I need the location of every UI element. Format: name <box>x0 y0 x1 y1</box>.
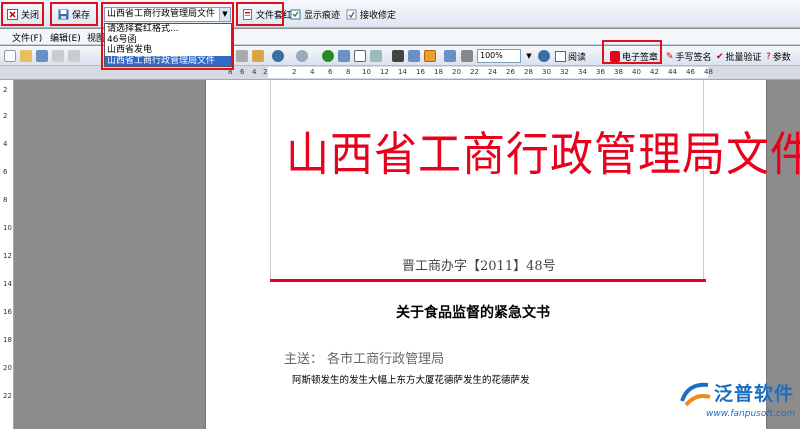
ruler-tick: 30 <box>542 68 551 76</box>
vertical-ruler[interactable]: 2 2 4 6 8 10 12 14 16 18 20 22 <box>0 80 14 429</box>
document-map-icon[interactable] <box>424 50 436 62</box>
ruler-tick: 8 <box>3 196 8 204</box>
ruler-tick: 32 <box>560 68 569 76</box>
preview-icon[interactable] <box>68 50 80 62</box>
brand-logo: 泛普软件 www.fanpusoft.com <box>676 379 800 429</box>
document-number: 晋工商办字【2011】48号 <box>402 259 556 274</box>
menu-file[interactable]: 文件(F) <box>12 31 42 44</box>
ruler-tick: 14 <box>398 68 407 76</box>
ruler-tick: 26 <box>506 68 515 76</box>
tables-icon[interactable] <box>338 50 350 62</box>
ruler-tick: 18 <box>434 68 443 76</box>
paragraph-mark-icon[interactable] <box>461 50 473 62</box>
ruler-tick: 28 <box>524 68 533 76</box>
book-icon <box>555 51 566 62</box>
ruler-tick: 16 <box>3 308 12 316</box>
undo-icon[interactable] <box>272 50 284 62</box>
logo-text: 泛普软件 <box>714 383 795 405</box>
hyperlink-icon[interactable] <box>322 50 334 62</box>
drawing-icon[interactable] <box>408 50 420 62</box>
ruler-tick: 10 <box>362 68 371 76</box>
cut-icon[interactable] <box>236 50 248 62</box>
ruler-tick: 6 <box>328 68 333 76</box>
ruler-tick: 20 <box>452 68 461 76</box>
document-page[interactable]: 山西省工商行政管理局文件 晋工商办字【2011】48号 关于食品监督的紧急文书 … <box>205 80 800 429</box>
columns-icon[interactable] <box>392 50 404 62</box>
format-painter-icon[interactable] <box>252 50 264 62</box>
open-folder-icon[interactable] <box>20 50 32 62</box>
ruler-tick: 6 <box>3 168 8 176</box>
ruler-tick: 36 <box>596 68 605 76</box>
ruler-tick: 2 <box>263 68 268 76</box>
excel-icon[interactable] <box>370 50 382 62</box>
ruler-tick: 42 <box>650 68 659 76</box>
redo-icon[interactable] <box>296 50 308 62</box>
track-changes-icon <box>290 9 301 20</box>
ruler-tick: 18 <box>3 336 12 344</box>
ruler-tick: 6 <box>240 68 245 76</box>
highlight-save <box>50 2 98 26</box>
new-document-icon[interactable] <box>4 50 16 62</box>
question-icon: ? <box>766 51 771 62</box>
ruler-tick: 2 <box>3 112 8 120</box>
menu-edit[interactable]: 编辑(E) <box>50 31 81 44</box>
print-icon[interactable] <box>52 50 64 62</box>
accept-changes-button[interactable]: 接收修定 <box>343 6 399 23</box>
accept-icon <box>346 9 357 20</box>
fanpu-logo-icon <box>680 382 711 407</box>
zoom-select[interactable]: 100% <box>477 49 521 63</box>
params-button[interactable]: ? 参数 <box>766 50 791 64</box>
pen-icon: ✎ <box>666 51 674 62</box>
help-icon[interactable] <box>538 50 550 62</box>
show-marks-button[interactable]: 显示痕迹 <box>287 6 343 23</box>
ruler-tick: 40 <box>632 68 641 76</box>
document-red-header-title: 山西省工商行政管理局文件 <box>286 128 800 183</box>
ruler-tick: 4 <box>3 140 8 148</box>
ruler-tick: 48 <box>704 68 713 76</box>
read-mode-button[interactable]: 阅读 <box>555 50 586 63</box>
ruler-tick: 14 <box>3 280 12 288</box>
ruler-tick: 12 <box>380 68 389 76</box>
ruler-tick: 4 <box>310 68 315 76</box>
handwrite-signature-button[interactable]: ✎ 手写签名 <box>666 50 712 64</box>
ruler-tick: 22 <box>470 68 479 76</box>
ruler-tick: 20 <box>3 364 12 372</box>
ruler-tick: 38 <box>614 68 623 76</box>
recipients-line: 主送： 各市工商行政管理局 <box>284 352 445 367</box>
ruler-tick: 12 <box>3 252 12 260</box>
ruler-tick: 24 <box>488 68 497 76</box>
check-icon: ✔ <box>716 51 724 62</box>
ruler-tick: 46 <box>686 68 695 76</box>
show-hide-icon[interactable] <box>444 50 456 62</box>
ruler-tick: 22 <box>3 392 12 400</box>
batch-verify-button[interactable]: ✔ 批量验证 <box>716 50 762 64</box>
ruler-tick: 2 <box>292 68 297 76</box>
document-body: 阿斯顿发生的发生大幅上东方大厦花德萨发生的花德萨发 <box>292 375 530 386</box>
ruler-tick: 4 <box>252 68 257 76</box>
highlight-template-select <box>101 2 234 70</box>
document-subject: 关于食品监督的紧急文书 <box>396 305 550 321</box>
save-small-icon[interactable] <box>36 50 48 62</box>
ruler-tick: 8 <box>346 68 351 76</box>
red-separator-line <box>270 279 706 282</box>
logo-url: www.fanpusoft.com <box>706 409 796 419</box>
ruler-tick: 10 <box>3 224 12 232</box>
highlight-close <box>1 2 44 26</box>
insert-table-icon[interactable] <box>354 50 366 62</box>
ruler-tick: 2 <box>3 86 8 94</box>
ruler-tick: 34 <box>578 68 587 76</box>
highlight-e-seal <box>602 40 662 64</box>
ruler-tick: 16 <box>416 68 425 76</box>
chevron-down-icon[interactable]: ▼ <box>523 50 535 62</box>
highlight-apply-template <box>236 2 284 26</box>
ruler-tick: 44 <box>668 68 677 76</box>
